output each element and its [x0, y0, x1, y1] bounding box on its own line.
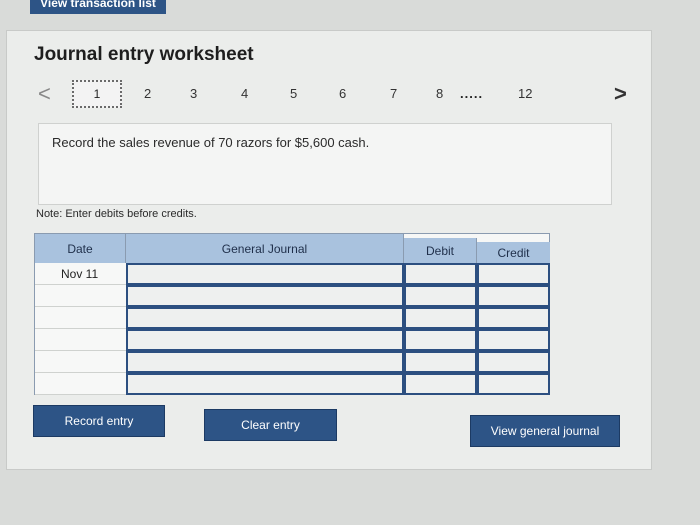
account-input[interactable] — [126, 285, 404, 307]
account-input[interactable] — [126, 351, 404, 373]
account-input[interactable] — [126, 329, 404, 351]
page-tab-8[interactable]: 8 — [436, 86, 443, 101]
instruction-box: Record the sales revenue of 70 razors fo… — [38, 123, 612, 205]
page-tab-4[interactable]: 4 — [241, 86, 248, 101]
journal-table: Date General Journal Debit Credit Nov 11 — [34, 233, 550, 395]
debit-input[interactable] — [404, 285, 477, 307]
credit-input[interactable] — [477, 263, 550, 285]
page-tab-2[interactable]: 2 — [144, 86, 151, 101]
page-navigation: < 1 2 3 4 5 6 7 8 ..... 12 > — [36, 78, 636, 110]
worksheet-title: Journal entry worksheet — [34, 44, 254, 65]
page-tab-7[interactable]: 7 — [390, 86, 397, 101]
debit-header: Debit — [404, 238, 477, 264]
debit-input[interactable] — [404, 351, 477, 373]
account-input[interactable] — [126, 373, 404, 395]
date-cell[interactable] — [35, 373, 126, 395]
clear-entry-button[interactable]: Clear entry — [204, 409, 337, 441]
chevron-right-icon[interactable]: > — [614, 81, 627, 107]
credit-input[interactable] — [477, 329, 550, 351]
date-header: Date — [35, 234, 126, 263]
instruction-text: Record the sales revenue of 70 razors fo… — [52, 135, 370, 150]
credit-header: Credit — [477, 242, 550, 264]
view-transaction-list-button[interactable]: View transaction list — [30, 0, 166, 14]
date-cell[interactable] — [35, 351, 126, 373]
date-cell[interactable] — [35, 285, 126, 307]
page-tab-5[interactable]: 5 — [290, 86, 297, 101]
debit-input[interactable] — [404, 307, 477, 329]
date-cell[interactable]: Nov 11 — [35, 263, 126, 285]
account-input[interactable] — [126, 263, 404, 285]
record-entry-button[interactable]: Record entry — [33, 405, 165, 437]
note-text: Note: Enter debits before credits. — [36, 208, 197, 220]
credit-input[interactable] — [477, 285, 550, 307]
debit-input[interactable] — [404, 329, 477, 351]
chevron-left-icon[interactable]: < — [38, 81, 51, 107]
credit-input[interactable] — [477, 373, 550, 395]
date-cell[interactable] — [35, 307, 126, 329]
debit-input[interactable] — [404, 263, 477, 285]
account-input[interactable] — [126, 307, 404, 329]
debit-input[interactable] — [404, 373, 477, 395]
page-tab-6[interactable]: 6 — [339, 86, 346, 101]
page-tab-12[interactable]: 12 — [518, 86, 532, 101]
page-ellipsis: ..... — [460, 86, 484, 101]
view-general-journal-button[interactable]: View general journal — [470, 415, 620, 447]
page-tab-3[interactable]: 3 — [190, 86, 197, 101]
general-journal-header: General Journal — [126, 234, 404, 263]
page-tab-current[interactable]: 1 — [72, 80, 122, 108]
credit-input[interactable] — [477, 351, 550, 373]
date-cell[interactable] — [35, 329, 126, 351]
credit-input[interactable] — [477, 307, 550, 329]
